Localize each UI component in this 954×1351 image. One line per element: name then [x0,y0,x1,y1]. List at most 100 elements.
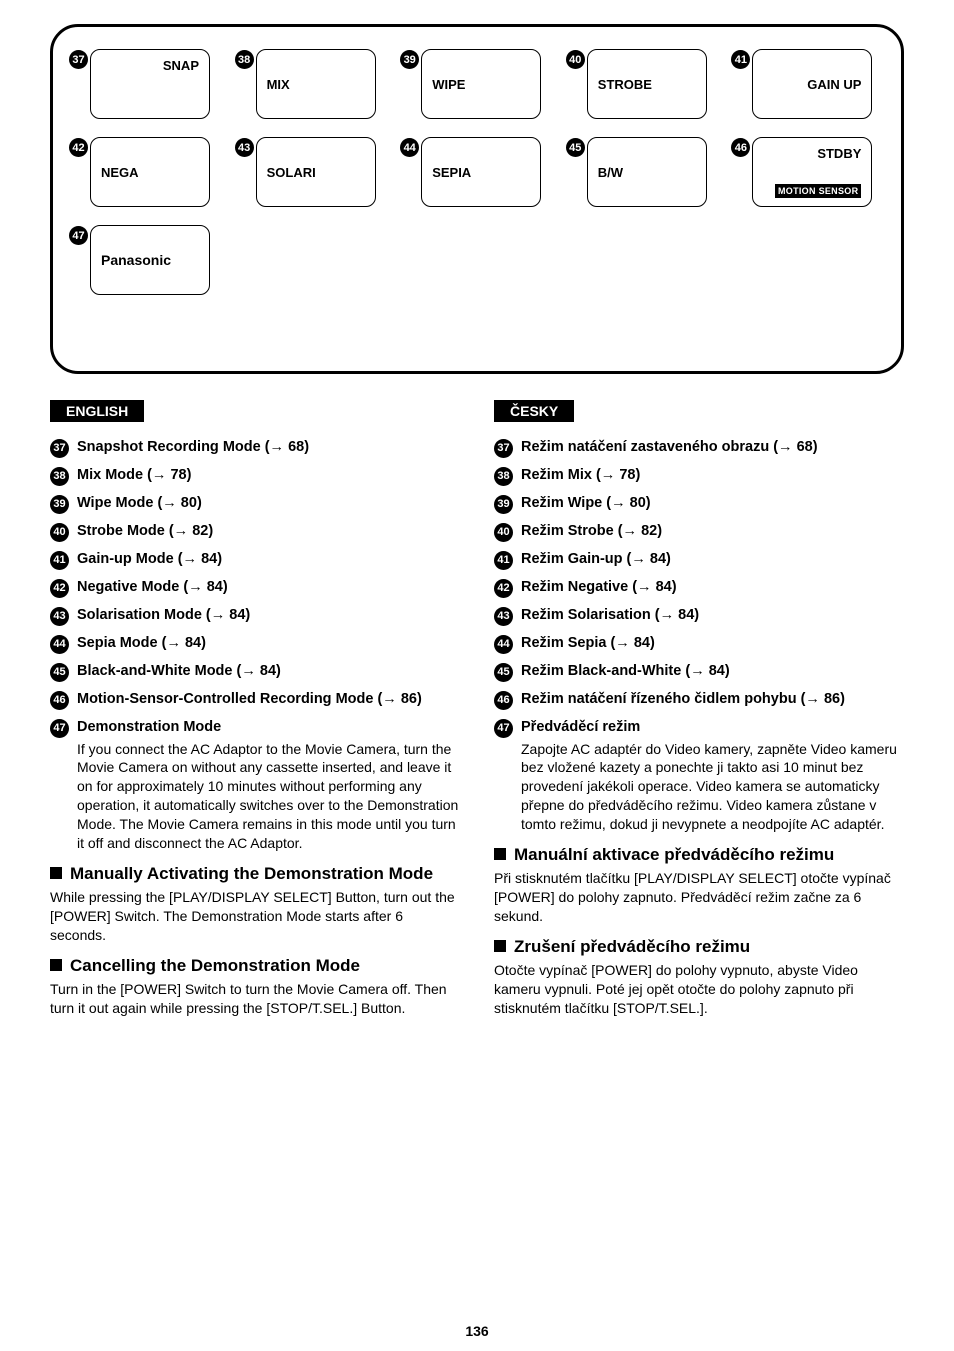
page-number: 136 [0,1323,954,1339]
callout-number: 37 [69,50,88,69]
page-ref: 84 [183,579,227,595]
indicator-mid-label: GAIN UP [807,77,861,92]
page-ref: 78 [596,467,640,483]
list-item: 41Režim Gain-up 84 [494,550,904,570]
callout-number: 39 [494,495,513,514]
language-column: ENGLISH37Snapshot Recording Mode 6838Mix… [50,400,460,1024]
item-body: Režim Strobe 82 [521,522,904,542]
sub-section-title-text: Manually Activating the Demonstration Mo… [70,863,433,884]
diagram-cell: 39 WIPE [400,49,554,119]
item-body: Solarisation Mode 84 [77,606,460,626]
item-title: Režim Gain-up [521,551,623,567]
page-ref: 86 [377,691,421,707]
callout-number: 45 [494,663,513,682]
indicator-box: NEGA [90,137,210,207]
item-description: Zapojte AC adaptér do Video kamery, zapn… [521,740,904,834]
callout-number: 43 [50,607,69,626]
callout-number: 37 [50,439,69,458]
item-title: Black-and-White Mode [77,663,232,679]
item-title: Sepia Mode [77,635,158,651]
square-bullet-icon [494,940,506,952]
callout-number: 41 [731,50,750,69]
callout-number: 47 [494,719,513,738]
indicator-mid-label: SEPIA [432,165,471,180]
item-title: Solarisation Mode [77,607,202,623]
sub-section-title-text: Manuální aktivace předváděcího režimu [514,844,834,865]
indicator-box: WIPE [421,49,541,119]
item-body: Režim Black-and-White 84 [521,662,904,682]
callout-number: 45 [50,663,69,682]
item-title: Snapshot Recording Mode [77,439,261,455]
list-item: 44Režim Sepia 84 [494,634,904,654]
page-ref: 84 [655,607,699,623]
indicator-mid-label: MIX [267,77,290,92]
diagram-cell: 47Panasonic [69,225,223,295]
item-title: Režim Negative [521,579,628,595]
item-title: Režim Sepia [521,635,606,651]
item-body: Mix Mode 78 [77,466,460,486]
indicator-mid-label: NEGA [101,165,139,180]
list-item: 47 Demonstration ModeIf you connect the A… [50,718,460,853]
item-title: Režim Mix [521,467,592,483]
list-item: 41Gain-up Mode 84 [50,550,460,570]
item-body: Režim natáčení zastaveného obrazu 68 [521,438,904,458]
sub-section: Zrušení předváděcího režimuOtočte vypína… [494,936,904,1018]
page-ref: 68 [265,439,309,455]
callout-number: 44 [494,635,513,654]
item-title: Strobe Mode [77,523,165,539]
item-body: Režim Mix 78 [521,466,904,486]
callout-number: 43 [494,607,513,626]
indicator-box: B/W [587,137,707,207]
callout-number: 43 [235,138,254,157]
indicator-mid-label: WIPE [432,77,465,92]
callout-number: 39 [400,50,419,69]
callout-number: 38 [235,50,254,69]
diagram-cell: 45B/W [566,137,720,207]
indicator-box: STDBYMOTION SENSOR [752,137,872,207]
callout-number: 47 [50,719,69,738]
item-body: Wipe Mode 80 [77,494,460,514]
list-item: 44Sepia Mode 84 [50,634,460,654]
indicator-top-label: SNAP [101,58,199,73]
callout-number: 45 [566,138,585,157]
list-item: 46Režim natáčení řízeného čidlem pohybu … [494,690,904,710]
item-body: Black-and-White Mode 84 [77,662,460,682]
callout-number: 38 [50,467,69,486]
item-body: Gain-up Mode 84 [77,550,460,570]
indicator-mid-label: SOLARI [267,165,316,180]
item-body: Režim Wipe 80 [521,494,904,514]
sub-section: Manuální aktivace předváděcího režimu Při… [494,844,904,926]
indicator-box: SNAP [90,49,210,119]
diagram-cell: 44 SEPIA [400,137,554,207]
list-item: 43Režim Solarisation 84 [494,606,904,626]
item-body: Demonstration ModeIf you connect the AC … [77,718,460,853]
sub-section-body: While pressing the [PLAY/DISPLAY SELECT]… [50,888,460,945]
item-body: Motion-Sensor-Controlled Recording Mode … [77,690,460,710]
callout-number: 46 [731,138,750,157]
diagram-cell: 37 SNAP [69,49,223,119]
callout-number: 46 [494,691,513,710]
item-title: Režim natáčení zastaveného obrazu [521,439,769,455]
callout-number: 44 [400,138,419,157]
diagram-row: 42NEGA43SOLARI44SEPIA45B/W46STDBYMOTION … [69,137,885,207]
language-column: ČESKY37Režim natáčení zastaveného obrazu… [494,400,904,1024]
sub-section-body: Při stisknutém tlačítku [PLAY/DISPLAY SE… [494,869,904,926]
content-columns: ENGLISH37Snapshot Recording Mode 6838Mix… [50,400,904,1024]
item-body: Sepia Mode 84 [77,634,460,654]
sub-section-body: Turn in the [POWER] Switch to turn the M… [50,980,460,1018]
callout-number: 40 [566,50,585,69]
item-body: Negative Mode 84 [77,578,460,598]
list-item: 38Režim Mix 78 [494,466,904,486]
item-title: Režim Strobe [521,523,614,539]
page-ref: 80 [157,495,201,511]
diagram-row: 47Panasonic [69,225,885,295]
page-ref: 82 [169,523,213,539]
list-item: 45 Black-and-White Mode 84 [50,662,460,682]
diagram-cell: 38 MIX [235,49,389,119]
item-title: Gain-up Mode [77,551,174,567]
item-title: Mix Mode [77,467,143,483]
list-item: 42Negative Mode 84 [50,578,460,598]
indicator-mid-label: STROBE [598,77,652,92]
list-item: 40Režim Strobe 82 [494,522,904,542]
item-title: Režim Wipe [521,495,602,511]
